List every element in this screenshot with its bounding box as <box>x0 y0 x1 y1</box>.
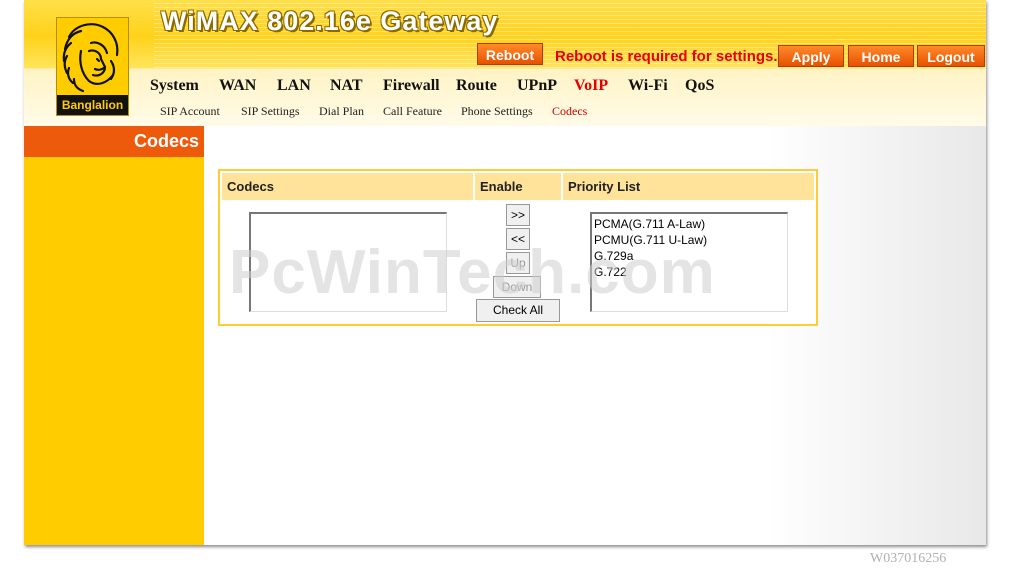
check-all-button[interactable]: Check All <box>476 299 560 322</box>
nav-wifi[interactable]: Wi-Fi <box>628 77 668 95</box>
nav-voip[interactable]: VoIP <box>574 77 608 95</box>
banglalion-logo: Banglalion <box>56 17 129 116</box>
sidebar: Codecs <box>24 126 204 545</box>
logo-label: Banglalion <box>57 95 128 115</box>
subnav-phone-settings[interactable]: Phone Settings <box>461 104 533 119</box>
nav-upnp[interactable]: UPnP <box>517 77 557 95</box>
remove-codec-button[interactable]: << <box>506 228 530 250</box>
reboot-button[interactable]: Reboot <box>477 43 543 65</box>
nav-firewall[interactable]: Firewall <box>383 77 440 95</box>
priority-list[interactable]: PCMA(G.711 A-Law) PCMU(G.711 U-Law) G.72… <box>590 212 788 312</box>
available-codecs-list[interactable] <box>249 212 447 312</box>
subnav-dial-plan[interactable]: Dial Plan <box>319 104 364 119</box>
priority-item[interactable]: PCMU(G.711 U-Law) <box>592 232 787 248</box>
reboot-message: Reboot is required for settings. <box>555 48 778 65</box>
nav-system[interactable]: System <box>150 77 199 95</box>
nav-nat[interactable]: NAT <box>330 77 363 95</box>
priority-item[interactable]: PCMA(G.711 A-Law) <box>592 216 787 232</box>
add-codec-button[interactable]: >> <box>506 204 530 226</box>
logout-button[interactable]: Logout <box>917 45 985 67</box>
image-id: W037016256 <box>870 551 947 566</box>
browser-frame: Banglalion WiMAX 802.16e Gateway Reboot … <box>24 0 986 545</box>
header-enable: Enable <box>475 173 561 200</box>
page-title: WiMAX 802.16e Gateway <box>161 6 499 36</box>
apply-button[interactable]: Apply <box>778 45 844 67</box>
header-codecs: Codecs <box>222 173 473 200</box>
nav-qos[interactable]: QoS <box>685 77 714 95</box>
priority-item[interactable]: G.722 <box>592 264 787 280</box>
header: Banglalion WiMAX 802.16e Gateway Reboot … <box>24 0 986 126</box>
codecs-panel: Codecs Enable Priority List >> << Up Dow… <box>218 169 818 326</box>
priority-item[interactable]: G.729a <box>592 248 787 264</box>
nav-wan[interactable]: WAN <box>219 77 256 95</box>
move-up-button[interactable]: Up <box>506 252 530 274</box>
move-down-button[interactable]: Down <box>493 276 541 298</box>
subnav-call-feature[interactable]: Call Feature <box>383 104 442 119</box>
header-priority-list: Priority List <box>563 173 814 200</box>
home-button[interactable]: Home <box>848 45 914 67</box>
subnav-codecs[interactable]: Codecs <box>552 104 587 119</box>
subnav-sip-settings[interactable]: SIP Settings <box>241 104 300 119</box>
subnav-sip-account[interactable]: SIP Account <box>160 104 220 119</box>
sidebar-title: Codecs <box>24 126 204 157</box>
nav-lan[interactable]: LAN <box>277 77 311 95</box>
lion-icon <box>62 23 119 93</box>
nav-route[interactable]: Route <box>456 77 497 95</box>
